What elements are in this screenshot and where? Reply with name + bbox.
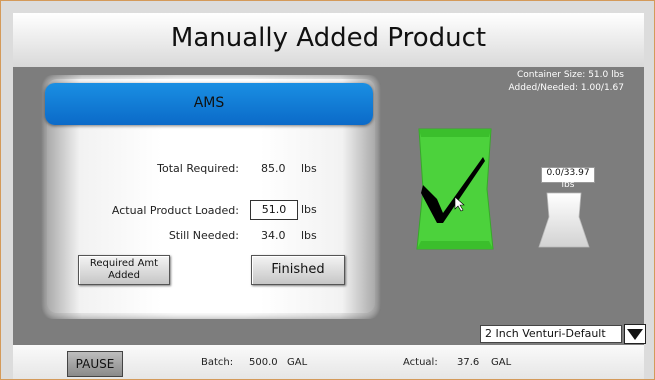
venturi-select[interactable]: 2 Inch Venturi-Default (480, 325, 622, 343)
total-required-unit: lbs (301, 162, 317, 175)
actual-loaded-label: Actual Product Loaded: (111, 204, 239, 217)
main-area: AMS Total Required: 85.0 lbs Actual Prod… (13, 67, 646, 345)
actual-loaded-input[interactable]: 51.0 (250, 200, 298, 220)
still-needed-label: Still Needed: (168, 229, 239, 242)
empty-bag-unit: lbs (561, 180, 575, 190)
status-bar: PAUSE Batch: 500.0 GAL Actual: 37.6 GAL (13, 345, 644, 379)
container-size-text: Container Size: 51.0 lbs (516, 70, 624, 80)
required-amt-added-button[interactable]: Required Amt Added (78, 255, 170, 285)
actual-loaded-unit: lbs (301, 203, 317, 216)
total-required-value: 85.0 (261, 162, 286, 175)
actual-unit: GAL (491, 357, 512, 368)
still-needed-value: 34.0 (261, 229, 286, 242)
batch-label: Batch: (201, 357, 234, 368)
finished-button[interactable]: Finished (251, 255, 345, 285)
app-window: Manually Added Product AMS Total Require… (0, 0, 655, 380)
empty-bag-amount: 0.0/33.97 (546, 168, 590, 178)
page-title: Manually Added Product (170, 23, 487, 53)
triangle-down-icon (627, 329, 643, 340)
pause-button[interactable]: PAUSE (67, 351, 123, 377)
ams-header-bar: AMS (45, 83, 373, 125)
actual-label: Actual: (403, 357, 438, 368)
actual-value: 37.6 (457, 357, 480, 368)
ams-panel: AMS Total Required: 85.0 lbs Actual Prod… (41, 75, 381, 319)
ams-heading: AMS (193, 95, 225, 111)
added-needed-text: Added/Needed: 1.00/1.67 (508, 83, 624, 93)
still-needed-unit: lbs (301, 229, 317, 242)
batch-unit: GAL (287, 357, 308, 368)
total-required-label: Total Required: (157, 162, 239, 175)
batch-value: 500.0 (249, 357, 278, 368)
empty-bag-icon[interactable] (537, 187, 591, 249)
header: Manually Added Product (13, 13, 644, 67)
full-bag-icon[interactable] (413, 127, 497, 251)
dropdown-arrow-button[interactable] (624, 324, 646, 344)
